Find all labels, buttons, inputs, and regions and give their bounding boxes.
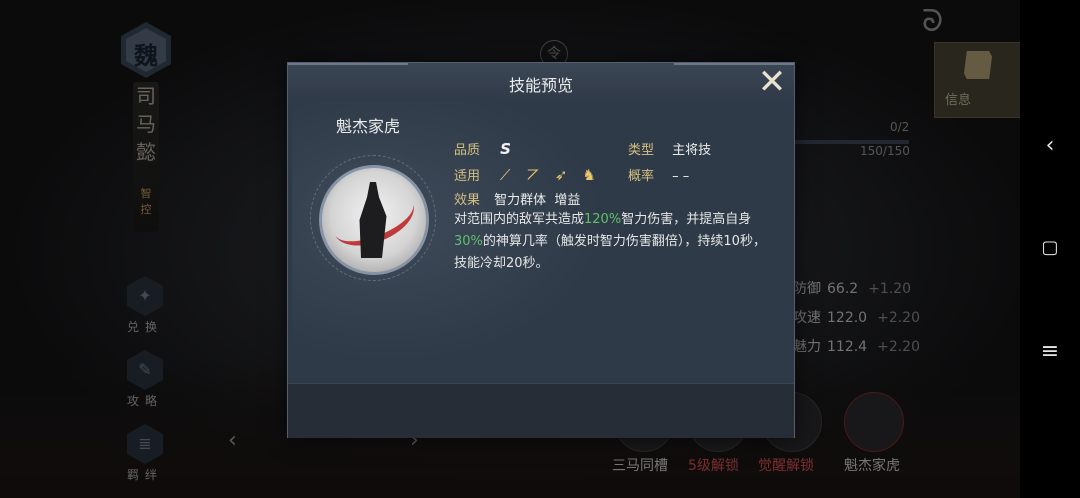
chance-label: 概率: [628, 169, 655, 184]
effect-row: 效果 智力群体 增益: [454, 189, 580, 208]
skill-name: 魁杰家虎: [336, 117, 401, 136]
sword-icon: ⟋: [499, 166, 511, 184]
effect-value: 智力群体 增益: [494, 193, 581, 208]
spear-icon: ➶: [554, 166, 568, 184]
close-icon[interactable]: ✕: [752, 63, 792, 101]
quality-label: 品质: [454, 143, 481, 158]
back-icon[interactable]: ‹: [1020, 126, 1080, 166]
skill-portrait: [319, 165, 429, 275]
home-icon[interactable]: ▢: [1020, 228, 1080, 268]
game-background: 魏 司 马 懿 智 控 ✦ 兑换 ✎ 攻略 ≣ 羁绊 ‹ › 令 ᘐ 信息 0/…: [0, 0, 1020, 498]
type-label: 类型: [628, 143, 655, 158]
damage-percent: 120%: [584, 212, 622, 227]
horse-icon: ♞: [582, 166, 596, 184]
dialog-title: 技能预览: [508, 76, 573, 95]
skill-description: 对范围内的敌军共造成120%智力伤害，并提高自身30%的神算几率（触发时智力伤害…: [454, 212, 766, 271]
applicable-label: 适用: [454, 169, 481, 184]
quality-value: S: [500, 140, 511, 158]
chance-row: 概率 – –: [628, 165, 689, 184]
chance-percent: 30%: [454, 234, 483, 249]
chance-value: – –: [672, 169, 690, 184]
menu-icon[interactable]: ≡: [1020, 332, 1080, 372]
bow-icon: ⦢: [527, 166, 539, 184]
dialog-footer: [288, 383, 794, 438]
android-nav-bar: ‹ ▢ ≡: [1020, 0, 1080, 498]
skill-preview-dialog: 技能预览 ✕ 魁杰家虎 品质 S 类型 主将技 适用 ⟋ ⦢ ➶ ♞ 概率 – –: [287, 62, 795, 438]
applicable-row: 适用 ⟋ ⦢ ➶ ♞: [454, 165, 608, 184]
quality-row: 品质 S: [454, 139, 511, 158]
type-value: 主将技: [672, 143, 712, 158]
effect-label: 效果: [454, 193, 481, 208]
type-row: 类型 主将技: [628, 139, 711, 158]
